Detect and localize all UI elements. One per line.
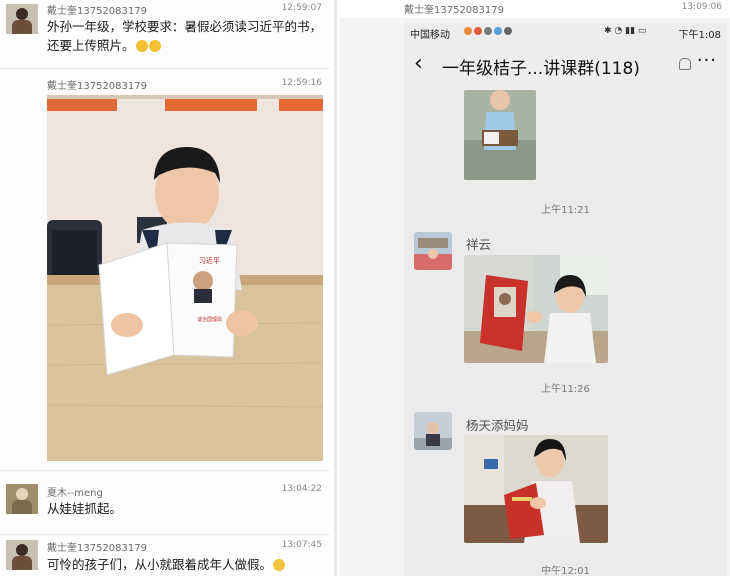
right-post-panel: 戴士奎13752083179 13:09:06 中国移动 ✱ ◔ ▮▮ ▭ 下午…: [340, 0, 730, 576]
post-time: 12:59:07: [281, 3, 322, 13]
left-feed-panel: 戴士奎13752083179 12:59:07 外孙一年级，学校要求：暑假必须读…: [0, 0, 330, 576]
status-app-icons: [464, 26, 514, 37]
signal-battery-icons: ✱ ◔ ▮▮ ▭: [604, 26, 647, 36]
girl-reading-photo: [464, 435, 608, 543]
panel-divider: [334, 0, 337, 576]
sender-name: 祥云: [466, 237, 492, 252]
chevron-left-icon[interactable]: ‹: [414, 52, 423, 76]
chat-timestamp: 上午11:26: [541, 384, 590, 395]
post-text: 外孙一年级，学校要求：暑假必须读习近平的书，还要上传照片。: [47, 17, 322, 55]
feed-post: 夏木--meng 13:04:22 从娃娃抓起。: [0, 478, 330, 534]
svg-text:习近平: 习近平: [199, 256, 220, 265]
post-text: 从娃娃抓起。: [47, 501, 123, 516]
post-time: 13:09:06: [681, 2, 722, 12]
chat-message-list[interactable]: 上午11:21 祥云 上午11:26 杨天添妈妈 中午12:01: [404, 90, 727, 576]
post-username[interactable]: 戴士奎13752083179: [47, 539, 147, 554]
svg-text:谈治国理政: 谈治国理政: [197, 316, 222, 323]
divider: [0, 470, 330, 471]
post-time: 13:04:22: [281, 484, 322, 494]
chat-timestamp: 上午11:21: [541, 205, 590, 216]
crying-emoji-icon: [273, 559, 286, 571]
cry-laugh-emoji-icon: [135, 40, 148, 52]
chat-image-illustration: [464, 90, 536, 180]
chat-header: ‹ 一年级桔子...讲课群(118) ···: [404, 42, 727, 90]
chat-title: 一年级桔子...讲课群(118): [442, 59, 640, 79]
post-username[interactable]: 戴士奎13752083179: [47, 77, 147, 92]
avatar[interactable]: [414, 412, 452, 450]
ellipsis-icon[interactable]: ···: [697, 50, 717, 71]
post-text-content: 外孙一年级，学校要求：暑假必须读习近平的书，还要上传照片。: [47, 19, 323, 53]
carrier-label: 中国移动: [410, 30, 450, 41]
girl-reading-photo: [464, 255, 608, 363]
feed-post: 戴士奎13752083179 12:59:07 外孙一年级，学校要求：暑假必须读…: [0, 0, 330, 70]
chat-image[interactable]: [464, 255, 608, 363]
bell-mute-icon: [679, 58, 691, 70]
photo-illustration: 习近平 谈治国理政: [47, 95, 323, 461]
post-text: 可怜的孩子们，从小就跟着成年人做假。: [47, 555, 322, 574]
avatar[interactable]: [6, 484, 38, 514]
chat-timestamp: 中午12:01: [541, 566, 590, 576]
avatar-illustration: [414, 232, 452, 270]
sender-name: 杨天添妈妈: [466, 418, 529, 433]
post-text-content: 可怜的孩子们，从小就跟着成年人做假。: [47, 557, 273, 572]
avatar-illustration: [414, 412, 452, 450]
cry-laugh-emoji-icon: [148, 40, 161, 52]
divider: [0, 68, 330, 69]
post-time: 12:59:16: [281, 78, 322, 88]
status-time: 下午1:08: [678, 30, 721, 41]
avatar[interactable]: [414, 232, 452, 270]
chat-image[interactable]: [464, 435, 608, 543]
feed-post: 戴士奎13752083179 13:07:45 可怜的孩子们，从小就跟着成年人做…: [0, 536, 330, 576]
phone-status-bar: 中国移动 ✱ ◔ ▮▮ ▭ 下午1:08: [404, 22, 727, 42]
divider: [0, 534, 330, 535]
boy-reading-book-photo[interactable]: 习近平 谈治国理政: [47, 95, 323, 461]
avatar[interactable]: [6, 4, 38, 34]
post-username[interactable]: 戴士奎13752083179: [47, 2, 147, 17]
post-username[interactable]: 夏木--meng: [47, 484, 103, 499]
avatar[interactable]: [6, 540, 38, 570]
post-header: 戴士奎13752083179 13:09:06: [340, 0, 730, 18]
chat-image[interactable]: [464, 90, 536, 180]
post-username[interactable]: 戴士奎13752083179: [404, 1, 504, 16]
post-time: 13:07:45: [281, 540, 322, 550]
